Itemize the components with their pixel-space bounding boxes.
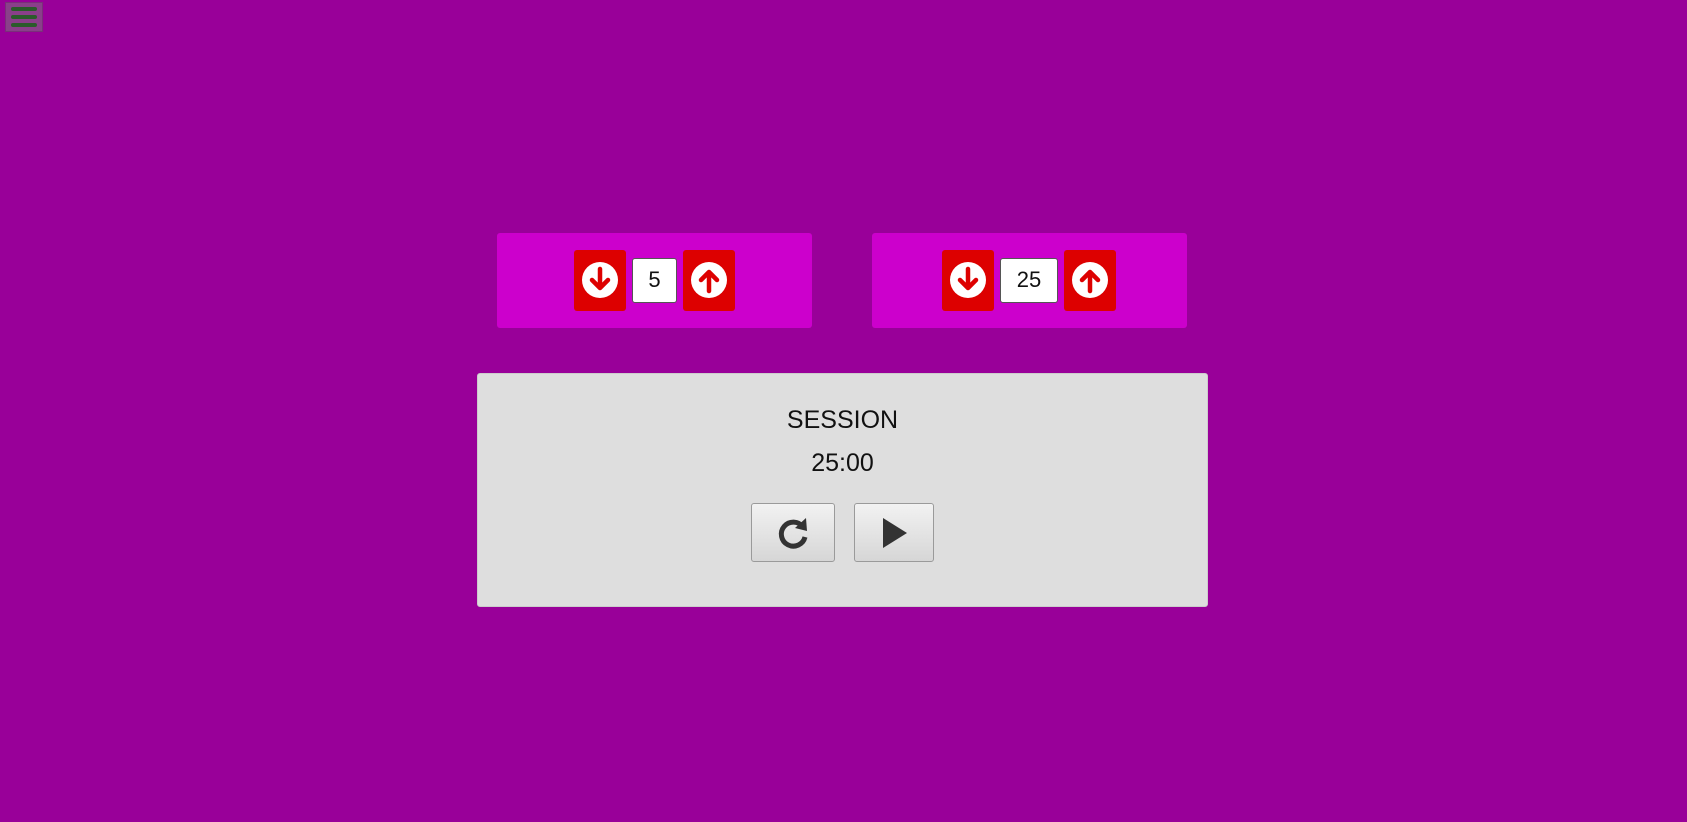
arrow-circle-down-icon xyxy=(582,262,618,298)
menu-button[interactable] xyxy=(5,2,43,32)
timer-time-display: 25:00 xyxy=(811,449,874,477)
hamburger-icon xyxy=(11,7,37,11)
timer-controls xyxy=(478,503,1207,562)
play-icon xyxy=(883,517,907,548)
session-length-panel: 25 xyxy=(872,233,1187,328)
timer-panel: SESSION 25:00 xyxy=(477,373,1208,607)
session-increment-button[interactable] xyxy=(1064,249,1116,311)
break-length-panel: 5 xyxy=(497,233,812,328)
arrow-circle-up-icon xyxy=(1072,262,1108,298)
arrow-circle-up-icon xyxy=(691,262,727,298)
arrow-circle-down-icon xyxy=(950,262,986,298)
timer-label: SESSION xyxy=(786,406,899,434)
break-length-value[interactable]: 5 xyxy=(632,257,677,303)
session-decrement-button[interactable] xyxy=(942,249,994,311)
reset-button[interactable] xyxy=(751,503,835,562)
play-button[interactable] xyxy=(854,503,934,562)
session-length-value[interactable]: 25 xyxy=(1000,257,1058,303)
break-length-control: 5 xyxy=(574,249,735,311)
refresh-icon xyxy=(778,517,808,549)
break-decrement-button[interactable] xyxy=(574,249,626,311)
break-increment-button[interactable] xyxy=(683,249,735,311)
session-length-control: 25 xyxy=(942,249,1116,311)
